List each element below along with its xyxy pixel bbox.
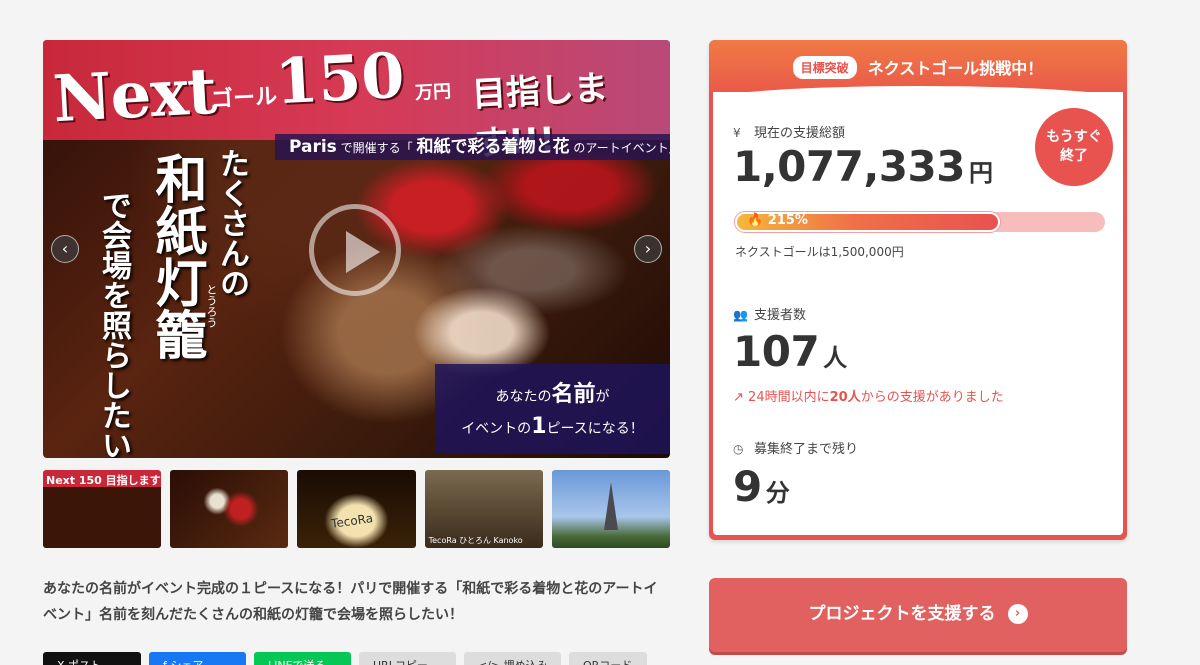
trend-pre: 24時間以内に — [748, 390, 830, 405]
hero-paris-word: Paris — [289, 137, 337, 157]
funding-status-card: 目標突破 ネクストゴール挑戦中！ ¥ 現在の支援総額 1,077,333 円 もうす… — [709, 40, 1127, 540]
thumbnail-strip: Next 150 目指します TecoRa TecoRa ひとろん Kanoko — [43, 470, 671, 548]
share-buttons: X ポスト f シェア LINEで送る URLコピー </> 埋め込み QRコー… — [43, 652, 647, 665]
thumbnail-5[interactable] — [551, 470, 671, 548]
share-x-button[interactable]: X ポスト — [43, 652, 141, 665]
total-label: ¥ 現在の支援総額 — [733, 122, 845, 141]
share-facebook-button[interactable]: f シェア — [149, 652, 246, 665]
hero-name-banner: あなたの名前が イベントの1ピースになる！ — [435, 364, 670, 454]
supporters-count: 107 人 — [733, 327, 847, 376]
arrow-right-circle-icon: › — [1007, 604, 1028, 624]
hero-piece-post: ピースになる！ — [546, 421, 644, 437]
recent-support-notice: ↗ 24時間以内に20人からの支援がありました — [733, 386, 1004, 405]
qr-code-button[interactable]: QRコード — [569, 652, 647, 665]
card-body: ¥ 現在の支援総額 1,077,333 円 もうすぐ 終了 🔥 215% ネクストゴ… — [713, 86, 1123, 535]
remaining-label: ◷ 募集終了まで残り — [733, 438, 858, 457]
hero-name-pre: あなたの — [495, 389, 552, 405]
support-project-label: プロジェクトを支援する — [808, 604, 996, 624]
remaining-label-text: 募集終了まで残り — [754, 442, 859, 457]
trend-up-icon: ↗ — [733, 390, 744, 405]
goal-achieved-badge: 目標突破 — [792, 55, 857, 79]
progress-percent: 🔥 215% — [747, 213, 808, 228]
copy-url-button[interactable]: URLコピー — [359, 652, 456, 665]
hero-next-text: Next — [51, 53, 218, 138]
support-project-button[interactable]: プロジェクトを支援する › — [709, 578, 1127, 652]
hero-image[interactable]: Next ゴール 150 万円 目指します!!! Paris で開催する「 和紙… — [43, 40, 670, 458]
users-icon: 👥 — [733, 308, 748, 322]
hero-amount-text: 150 — [273, 40, 407, 119]
hero-man-yen-text: 万円 — [414, 81, 452, 104]
carousel-prev-button[interactable]: ‹ — [51, 235, 79, 263]
hero-vertical-3: で会場を照らしたい — [96, 190, 131, 458]
hero-piece-pre: イベントの — [461, 421, 532, 437]
card-header: 目標突破 ネクストゴール挑戦中！ — [709, 40, 1127, 92]
carousel-next-button[interactable]: › — [634, 235, 662, 263]
ending-soon-line2: 終了 — [1060, 148, 1088, 164]
hero-piece-bold: 1 — [531, 414, 547, 439]
thumbnail-4[interactable]: TecoRa ひとろん Kanoko — [424, 470, 543, 548]
thumbnail-4-label: TecoRa ひとろん Kanoko — [428, 536, 523, 545]
hero-paris-mid: で開催する「 — [340, 141, 413, 155]
hero-vertical-2: 和紙灯籠 — [146, 152, 207, 360]
hero-name-bold: 名前 — [551, 382, 596, 407]
hero-name-post: が — [595, 389, 610, 405]
remaining-time-unit: 分 — [765, 479, 790, 507]
supporters-count-value: 107 — [733, 327, 820, 376]
trend-bold: 20人 — [829, 390, 861, 405]
remaining-time-value: 9 — [733, 462, 762, 511]
ending-soon-line1: もうすぐ — [1046, 129, 1102, 145]
ending-soon-badge: もうすぐ 終了 — [1035, 108, 1113, 186]
hero-paris-suffix: のアートイベント」 — [573, 141, 670, 155]
chevron-right-icon: › — [644, 239, 652, 258]
embed-button[interactable]: </> 埋め込み — [464, 652, 561, 665]
total-amount-value: 1,077,333 — [733, 142, 965, 191]
clock-icon: ◷ — [733, 442, 744, 456]
play-icon[interactable] — [309, 204, 401, 296]
thumbnail-3-label: TecoRa — [330, 511, 375, 531]
hero-paris-bold: 和紙で彩る着物と花 — [416, 137, 570, 157]
flame-icon: 🔥 — [747, 213, 764, 228]
hero-vertical-1: たくさんの — [214, 148, 249, 298]
chevron-left-icon: ‹ — [61, 239, 69, 258]
total-label-text: 現在の支援総額 — [754, 126, 846, 141]
project-description: あなたの名前がイベント完成の１ピースになる！パリで開催する「和紙で彩る着物と花の… — [43, 581, 658, 623]
progress-bar: 🔥 215% — [735, 212, 1105, 232]
hero-paris-banner: Paris で開催する「 和紙で彩る着物と花 のアートイベント」 — [275, 134, 670, 160]
total-amount: 1,077,333 円 — [733, 142, 993, 191]
thumbnail-1-label: Next 150 目指します — [46, 474, 161, 487]
progress-percent-text: 215% — [767, 213, 808, 228]
thumbnail-1[interactable]: Next 150 目指します — [43, 470, 162, 548]
yen-icon: ¥ — [733, 126, 741, 140]
supporters-label: 👥 支援者数 — [733, 304, 806, 323]
remaining-time: 9分 — [733, 462, 790, 511]
thumbnail-2[interactable] — [170, 470, 289, 548]
total-amount-unit: 円 — [968, 159, 993, 187]
next-goal-text: ネクストゴールは1,500,000円 — [735, 245, 904, 259]
supporters-count-unit: 人 — [823, 344, 847, 372]
card-header-title: ネクストゴール挑戦中！ — [867, 59, 1044, 78]
supporters-label-text: 支援者数 — [754, 308, 807, 323]
share-line-button[interactable]: LINEで送る — [254, 652, 351, 665]
hero-goal-text: ゴール — [210, 84, 278, 113]
trend-post: からの支援がありました — [860, 390, 1004, 405]
hero-ruby: とうろう — [205, 284, 218, 328]
thumbnail-3[interactable]: TecoRa — [297, 470, 416, 548]
